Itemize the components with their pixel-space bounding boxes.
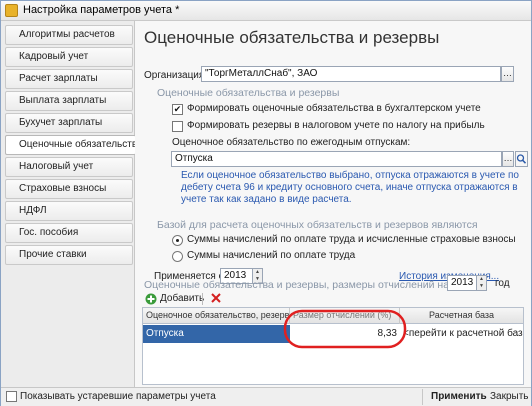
base-radio-option1-label: Суммы начислений по оплате труда и исчис… [187, 234, 516, 245]
year-unit-label: год [495, 278, 510, 289]
sidebar-item-hr[interactable]: Кадровый учет [5, 47, 133, 67]
title-bar: Настройка параметров учета * [1, 1, 531, 21]
sidebar-item-insurance[interactable]: Страховые взносы [5, 179, 133, 199]
base-radio-option2-label: Суммы начислений по оплате труда [187, 250, 356, 261]
app-icon [5, 4, 18, 17]
sidebar-item-algorithms[interactable]: Алгоритмы расчетов [5, 25, 133, 45]
cell-liability[interactable]: Отпуска [143, 325, 290, 343]
organization-field[interactable]: "ТоргМеталлСнаб", ЗАО [201, 66, 501, 82]
vacation-note: Если оценочное обязательство выбрано, от… [181, 170, 519, 205]
base-radio-option2[interactable] [172, 251, 183, 262]
tax-checkbox[interactable] [172, 121, 183, 132]
column-header-liability[interactable]: Оценочное обязательство, резерв [143, 308, 290, 324]
add-icon [145, 293, 157, 305]
settings-window: Настройка параметров учета * Алгоритмы р… [0, 0, 532, 406]
vacation-open-button[interactable] [515, 151, 528, 167]
sidebar-item-accounting[interactable]: Бухучет зарплаты [5, 113, 133, 133]
sidebar-item-payment[interactable]: Выплата зарплаты [5, 91, 133, 111]
highlight-circle [283, 309, 407, 349]
cell-base-link[interactable]: <перейти к расчетной базе> [400, 325, 523, 343]
show-obsolete-checkbox[interactable] [6, 391, 17, 402]
apply-button[interactable]: Применить [431, 391, 487, 402]
delete-button[interactable] [210, 292, 222, 305]
magnifier-icon [516, 154, 527, 164]
page-title: Оценочные обязательства и резервы [144, 28, 440, 47]
spin-up-icon[interactable]: ▲ [253, 269, 262, 276]
vacation-label: Оценочное обязательство по ежегодным отп… [172, 137, 411, 148]
toolbar-divider [202, 293, 203, 305]
vacation-select-button[interactable]: … [502, 151, 514, 167]
add-button[interactable]: Добавить [145, 292, 205, 306]
tax-checkbox-label: Формировать резервы в налоговом учете по… [187, 120, 485, 131]
section-liabilities-header: Оценочные обязательства и резервы [157, 87, 340, 99]
close-button[interactable]: Закрыть [490, 391, 529, 402]
column-header-base[interactable]: Расчетная база [400, 308, 523, 324]
accounting-checkbox[interactable]: ✔ [172, 104, 183, 115]
spin-up-icon[interactable]: ▲ [477, 276, 486, 283]
sidebar: Алгоритмы расчетов Кадровый учет Расчет … [1, 21, 136, 387]
sidebar-item-estimated-liabilities[interactable]: Оценочные обязательства [5, 135, 136, 155]
sidebar-item-tax[interactable]: Налоговый учет [5, 157, 133, 177]
section-rates-header: Оценочные обязательства и резервы, разме… [144, 279, 452, 291]
organization-label: Организация: [144, 70, 208, 81]
sidebar-item-ndfl[interactable]: НДФЛ [5, 201, 133, 221]
rates-year-field[interactable]: 2013 [447, 275, 477, 291]
spin-down-icon[interactable]: ▼ [477, 283, 486, 290]
rates-year-spinner[interactable]: ▲ ▼ [477, 275, 487, 291]
show-obsolete-label: Показывать устаревшие параметры учета [20, 391, 216, 402]
add-button-label: Добавить [160, 293, 205, 304]
vacation-field[interactable]: Отпуска [171, 151, 502, 167]
bottom-bar: Показывать устаревшие параметры учета Пр… [1, 387, 531, 406]
organization-select-button[interactable]: … [501, 66, 514, 82]
sidebar-item-payroll[interactable]: Расчет зарплаты [5, 69, 133, 89]
window-title: Настройка параметров учета * [23, 4, 180, 16]
main-panel: Оценочные обязательства и резервы Органи… [135, 21, 531, 387]
delete-icon [211, 293, 221, 303]
sidebar-item-benefits[interactable]: Гос. пособия [5, 223, 133, 243]
section-base-header: Базой для расчета оценочных обязательств… [157, 219, 478, 231]
bottom-divider [422, 389, 423, 405]
base-radio-option1[interactable] [172, 235, 183, 246]
accounting-checkbox-label: Формировать оценочные обязательства в бу… [187, 103, 481, 114]
sidebar-item-other-rates[interactable]: Прочие ставки [5, 245, 133, 265]
